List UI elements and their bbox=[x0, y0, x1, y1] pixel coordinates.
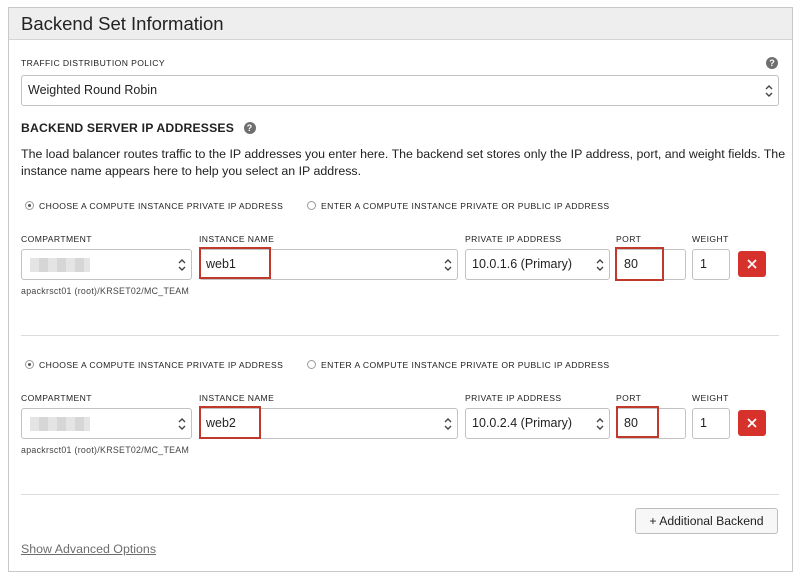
divider bbox=[21, 335, 779, 336]
updown-chevron-icon bbox=[596, 418, 604, 430]
instance-name-label: INSTANCE NAME bbox=[199, 234, 275, 244]
delete-backend-button[interactable] bbox=[738, 251, 766, 277]
port-label: PORT bbox=[616, 393, 642, 403]
policy-select[interactable]: Weighted Round Robin bbox=[21, 75, 779, 106]
radio-button-selected[interactable] bbox=[25, 201, 34, 210]
private-ip-label: PRIVATE IP ADDRESS bbox=[465, 393, 562, 403]
weight-input[interactable]: 1 bbox=[692, 408, 730, 439]
updown-chevron-icon bbox=[596, 259, 604, 271]
policy-help-icon[interactable]: ? bbox=[766, 57, 778, 69]
panel-title: Backend Set Information bbox=[9, 8, 792, 40]
instance-name-select[interactable]: web1 bbox=[199, 249, 458, 280]
radio-button[interactable] bbox=[307, 201, 316, 210]
radio-public-1[interactable]: ENTER A COMPUTE INSTANCE PRIVATE OR PUBL… bbox=[307, 201, 609, 211]
backend-servers-help-icon[interactable]: ? bbox=[243, 121, 256, 134]
port-input[interactable]: 80 bbox=[616, 249, 686, 280]
show-advanced-options-link[interactable]: Show Advanced Options bbox=[21, 542, 156, 556]
private-ip-label: PRIVATE IP ADDRESS bbox=[465, 234, 562, 244]
redacted-compartment bbox=[30, 258, 90, 272]
private-ip-select[interactable]: 10.0.1.6 (Primary) bbox=[465, 249, 610, 280]
divider bbox=[21, 494, 779, 495]
radio-private-label: CHOOSE A COMPUTE INSTANCE PRIVATE IP ADD… bbox=[39, 201, 284, 211]
weight-label: WEIGHT bbox=[692, 393, 729, 403]
backend-set-panel: Backend Set Information TRAFFIC DISTRIBU… bbox=[8, 7, 793, 572]
radio-public-label: ENTER A COMPUTE INSTANCE PRIVATE OR PUBL… bbox=[321, 201, 610, 211]
compartment-select[interactable] bbox=[21, 408, 192, 439]
backend-servers-description: The load balancer routes traffic to the … bbox=[21, 147, 786, 178]
close-icon bbox=[747, 259, 757, 269]
updown-chevron-icon bbox=[765, 85, 773, 97]
updown-chevron-icon bbox=[444, 418, 452, 430]
instance-name-value: web1 bbox=[206, 257, 236, 271]
delete-backend-button[interactable] bbox=[738, 410, 766, 436]
updown-chevron-icon bbox=[178, 418, 186, 430]
instance-name-label: INSTANCE NAME bbox=[199, 393, 275, 403]
policy-label: TRAFFIC DISTRIBUTION POLICY bbox=[21, 58, 166, 68]
radio-public-2[interactable]: ENTER A COMPUTE INSTANCE PRIVATE OR PUBL… bbox=[307, 360, 609, 370]
radio-private-1[interactable]: CHOOSE A COMPUTE INSTANCE PRIVATE IP ADD… bbox=[25, 201, 283, 211]
updown-chevron-icon bbox=[178, 259, 186, 271]
compartment-path: apackrsct01 (root)/KRSET02/MC_TEAM bbox=[21, 286, 190, 296]
backend-servers-heading: BACKEND SERVER IP ADDRESSES ? bbox=[21, 119, 256, 137]
private-ip-value: 10.0.2.4 (Primary) bbox=[472, 416, 573, 430]
private-ip-value: 10.0.1.6 (Primary) bbox=[472, 257, 573, 271]
backend-servers-title: BACKEND SERVER IP ADDRESSES bbox=[21, 121, 235, 135]
add-backend-button[interactable]: + Additional Backend bbox=[635, 508, 778, 534]
port-input[interactable]: 80 bbox=[616, 408, 686, 439]
weight-label: WEIGHT bbox=[692, 234, 729, 244]
redacted-compartment bbox=[30, 417, 90, 431]
radio-private-label: CHOOSE A COMPUTE INSTANCE PRIVATE IP ADD… bbox=[39, 360, 284, 370]
policy-value: Weighted Round Robin bbox=[28, 83, 158, 97]
instance-name-value: web2 bbox=[206, 416, 236, 430]
close-icon bbox=[747, 418, 757, 428]
weight-input[interactable]: 1 bbox=[692, 249, 730, 280]
compartment-path: apackrsct01 (root)/KRSET02/MC_TEAM bbox=[21, 445, 190, 455]
private-ip-select[interactable]: 10.0.2.4 (Primary) bbox=[465, 408, 610, 439]
radio-public-label: ENTER A COMPUTE INSTANCE PRIVATE OR PUBL… bbox=[321, 360, 610, 370]
compartment-select[interactable] bbox=[21, 249, 192, 280]
compartment-label: COMPARTMENT bbox=[21, 393, 92, 403]
port-label: PORT bbox=[616, 234, 642, 244]
radio-button-selected[interactable] bbox=[25, 360, 34, 369]
compartment-label: COMPARTMENT bbox=[21, 234, 92, 244]
instance-name-select[interactable]: web2 bbox=[199, 408, 458, 439]
updown-chevron-icon bbox=[444, 259, 452, 271]
radio-button[interactable] bbox=[307, 360, 316, 369]
radio-private-2[interactable]: CHOOSE A COMPUTE INSTANCE PRIVATE IP ADD… bbox=[25, 360, 283, 370]
